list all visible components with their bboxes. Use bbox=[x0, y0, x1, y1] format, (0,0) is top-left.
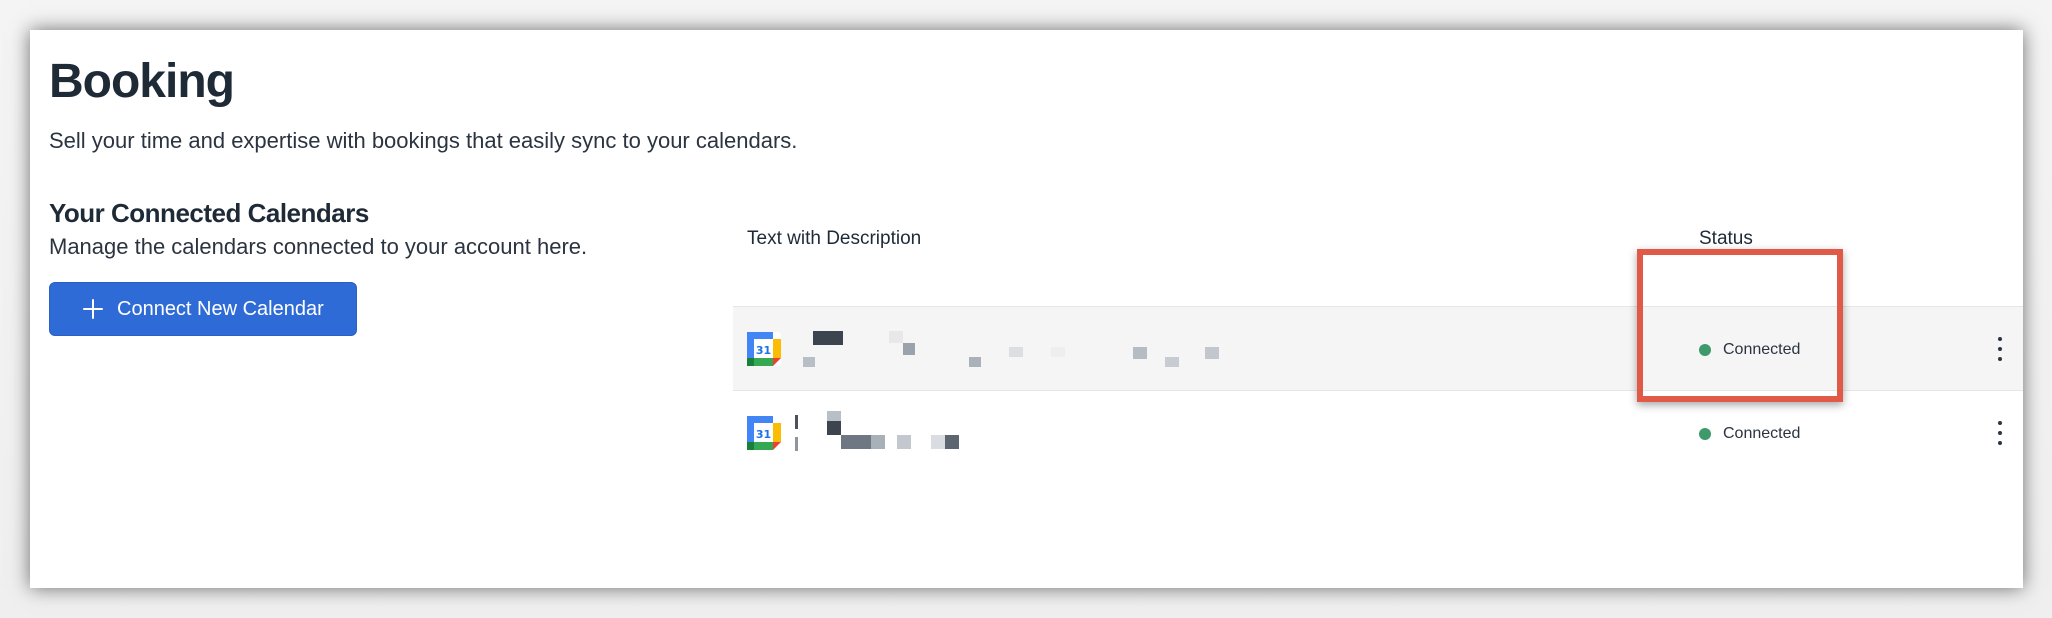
table-row[interactable]: 31 Connected bbox=[733, 306, 2023, 391]
section-title: Your Connected Calendars bbox=[49, 198, 369, 228]
page-subtitle: Sell your time and expertise with bookin… bbox=[49, 128, 798, 153]
status-dot bbox=[1699, 343, 1711, 356]
booking-settings-panel: Booking Sell your time and expertise wit… bbox=[30, 30, 2023, 588]
redacted-calendar-text bbox=[793, 327, 1313, 373]
screenshot-backdrop: Booking Sell your time and expertise wit… bbox=[0, 0, 2052, 618]
status-badge: Connected bbox=[1679, 307, 1800, 392]
status-badge: Connected bbox=[1679, 391, 1800, 476]
page-title: Booking bbox=[49, 55, 235, 108]
column-header-text: Text with Description bbox=[747, 228, 922, 249]
column-header-status: Status bbox=[1699, 228, 1753, 249]
svg-text:31: 31 bbox=[756, 428, 771, 441]
google-calendar-icon: 31 bbox=[747, 332, 781, 366]
section-description: Manage the calendars connected to your a… bbox=[49, 234, 588, 259]
plus-icon bbox=[83, 299, 103, 319]
google-calendar-icon: 31 bbox=[747, 416, 781, 450]
more-options-icon[interactable] bbox=[1995, 337, 2005, 361]
table-row[interactable]: 31 Connected bbox=[733, 391, 2023, 476]
status-dot bbox=[1699, 427, 1711, 440]
svg-text:31: 31 bbox=[756, 344, 771, 357]
status-text: Connected bbox=[1723, 340, 1801, 358]
connect-new-calendar-button[interactable]: Connect New Calendar bbox=[49, 282, 357, 336]
connect-new-calendar-label: Connect New Calendar bbox=[117, 297, 324, 320]
redacted-calendar-text bbox=[793, 411, 1313, 457]
status-text: Connected bbox=[1723, 424, 1801, 442]
more-options-icon[interactable] bbox=[1995, 421, 2005, 445]
